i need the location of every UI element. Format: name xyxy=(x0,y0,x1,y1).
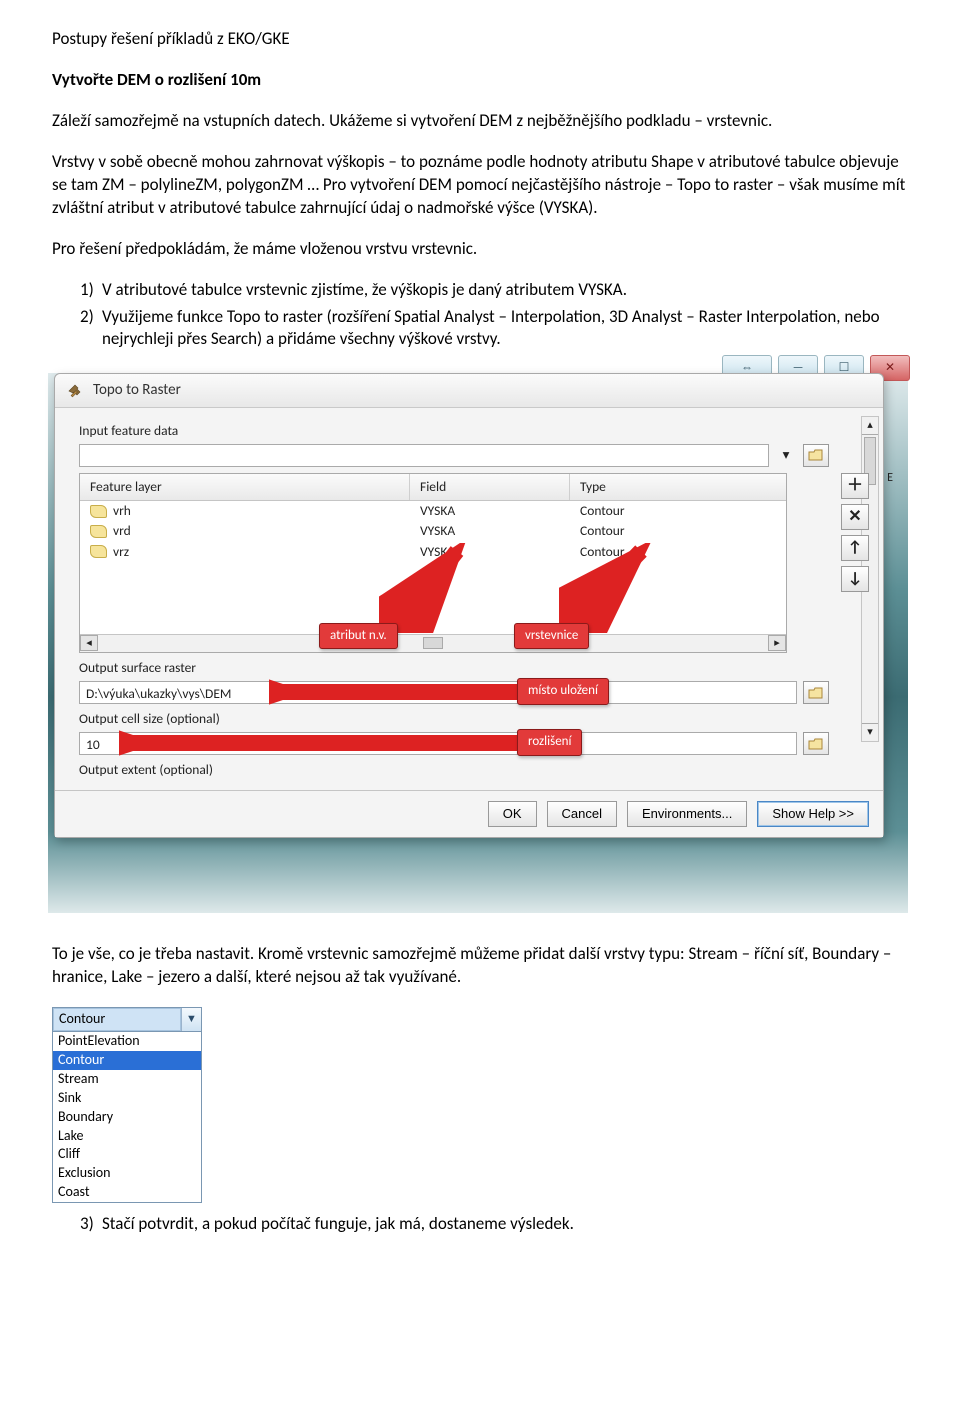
dropdown-selected[interactable]: Contour xyxy=(54,1009,180,1030)
paragraph: To je vše, co je třeba nastavit. Kromě v… xyxy=(52,943,908,989)
table-row[interactable]: vrd VYSKA Contour xyxy=(80,521,786,541)
polygon-icon xyxy=(90,525,107,538)
dropdown-option[interactable]: Lake xyxy=(53,1127,201,1146)
cancel-button[interactable]: Cancel xyxy=(547,801,617,827)
remove-button[interactable]: ✕ xyxy=(841,504,869,530)
dropdown-option[interactable]: Exclusion xyxy=(53,1164,201,1183)
label-output-raster: Output surface raster xyxy=(79,659,829,677)
callout-vrstevnice: vrstevnice xyxy=(514,623,589,650)
chevron-down-icon[interactable]: ▼ xyxy=(181,1008,201,1031)
dropdown-option[interactable]: Boundary xyxy=(53,1108,201,1127)
ok-button[interactable]: OK xyxy=(488,801,537,827)
polygon-icon xyxy=(90,505,107,518)
browse-button[interactable] xyxy=(803,444,829,467)
callout-resolution: rozlišení xyxy=(517,729,582,756)
paragraph: Záleží samozřejmě na vstupních datech. U… xyxy=(52,110,908,133)
type-dropdown[interactable]: Contour ▼ PointElevation Contour Stream … xyxy=(52,1007,202,1203)
callout-attribute: atribut n.v. xyxy=(319,623,398,650)
move-up-button[interactable]: ↑ xyxy=(841,535,869,561)
label-cellsize: Output cell size (optional) xyxy=(79,710,829,728)
hammer-icon xyxy=(65,381,85,401)
list-item: 2)Využijeme funkce Topo to raster (rozší… xyxy=(80,306,908,352)
col-type: Type xyxy=(570,474,786,500)
dropdown-option[interactable]: PointElevation xyxy=(53,1032,201,1051)
move-down-button[interactable]: ↓ xyxy=(841,566,869,592)
label-extent: Output extent (optional) xyxy=(79,761,829,779)
table-row[interactable]: vrh VYSKA Contour xyxy=(80,501,786,521)
table-scrollbar[interactable]: ◂▸ xyxy=(80,634,786,652)
add-button[interactable]: ＋ xyxy=(841,473,869,499)
paragraph: Vrstvy v sobě obecně mohou zahrnovat výš… xyxy=(52,151,908,220)
scroll-up-icon[interactable]: ▴ xyxy=(862,417,878,435)
label-input-feature: Input feature data xyxy=(79,422,829,440)
scroll-down-icon[interactable]: ▾ xyxy=(862,723,878,741)
dropdown-option[interactable]: Sink xyxy=(53,1089,201,1108)
list-item: 1)V atributové tabulce vrstevnic zjistím… xyxy=(80,279,908,302)
dropdown-option[interactable]: Coast xyxy=(53,1183,201,1202)
dropdown-option[interactable]: Cliff xyxy=(53,1145,201,1164)
doc-subtitle: Vytvořte DEM o rozlišení 10m xyxy=(52,69,908,92)
dialog-titlebar[interactable]: Topo to Raster xyxy=(55,374,883,407)
col-feature-layer: Feature layer xyxy=(80,474,410,500)
dialog-title: Topo to Raster xyxy=(93,380,181,400)
input-feature-field[interactable] xyxy=(79,444,769,467)
browse-button[interactable] xyxy=(803,681,829,704)
callout-storage: místo uložení xyxy=(517,678,609,705)
dropdown-option[interactable]: Stream xyxy=(53,1070,201,1089)
list-item: 3)Stačí potvrdit, a pokud počítač funguj… xyxy=(80,1213,908,1236)
col-field: Field xyxy=(410,474,570,500)
browse-button[interactable] xyxy=(803,732,829,755)
dialog-screenshot: ⇔ — ☐ ✕ Topo to Raster ▴ ▾ E Input featu… xyxy=(48,373,908,913)
paragraph: Pro řešení předpokládám, že máme vloženo… xyxy=(52,238,908,261)
doc-title: Postupy řešení příkladů z EKO/GKE xyxy=(52,28,908,51)
dropdown-option[interactable]: Contour xyxy=(53,1051,201,1070)
environments-button[interactable]: Environments... xyxy=(627,801,747,827)
dropdown-icon[interactable]: ▾ xyxy=(775,446,797,464)
show-help-button[interactable]: Show Help >> xyxy=(757,801,869,827)
polygon-icon xyxy=(90,545,107,558)
side-label: E xyxy=(887,470,893,486)
